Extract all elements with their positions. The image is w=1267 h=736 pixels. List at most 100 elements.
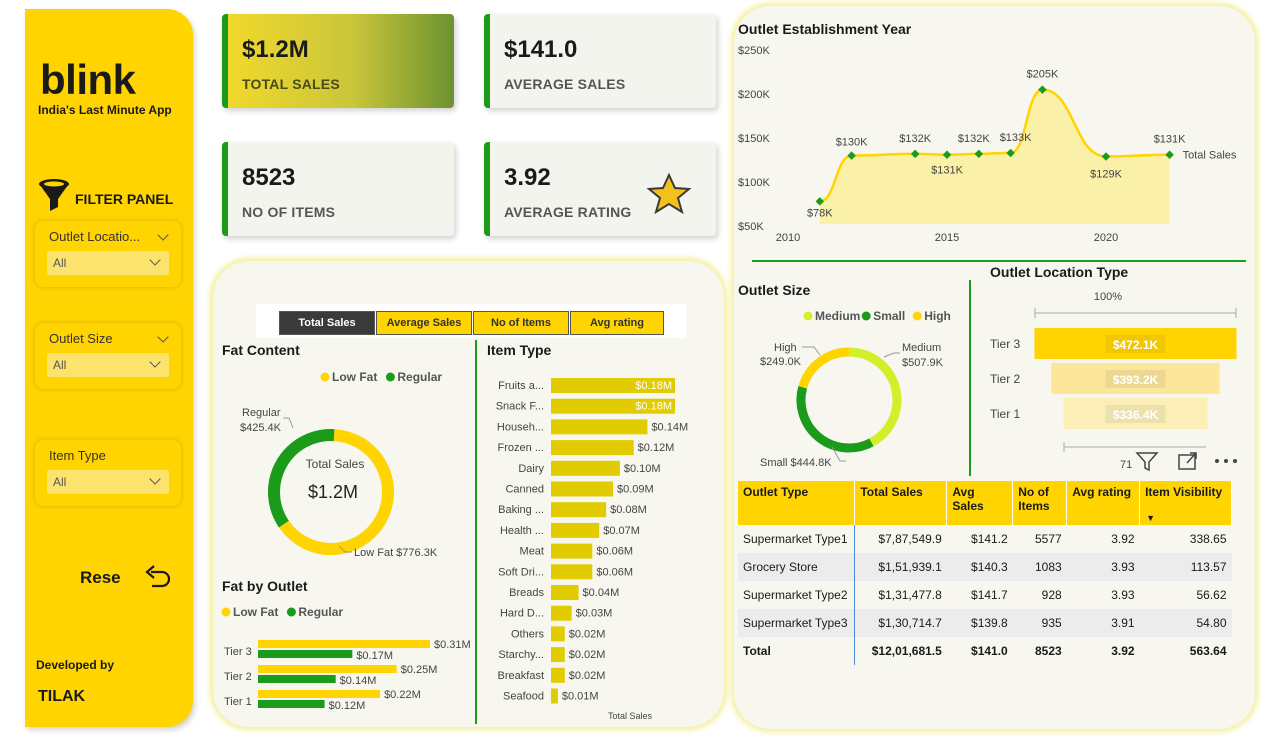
table-row[interactable]: Supermarket Type2 $1,31,477.8 $141.7 928 3.9… [738,581,1232,609]
table-body: Supermarket Type1 $7,87,549.9 $141.2 5577 3.… [738,525,1232,665]
outlet-size-donut-chart: Medium Small High Medium $507.9K High $249.0K S… [760,309,951,469]
category-label: Breakfast [498,670,544,682]
x-tick-label: 2020 [1094,232,1118,244]
outlet-size-dropdown[interactable]: All [47,353,169,377]
category-label: Tier 3 [224,646,252,658]
divider [475,340,477,724]
donut-center-value: $1.2M [308,482,358,502]
outlet-location-title: Outlet Location Type [990,264,1129,280]
chevron-down-icon[interactable] [157,229,169,241]
table-cell: 3.92 [1111,532,1135,546]
slicer-value: All [53,358,67,372]
sort-descending-icon: ▼ [1146,513,1155,523]
axis-value: 71 [1120,459,1132,471]
bar-low-fat [258,640,430,648]
bar-item-type [551,522,600,538]
percent-label: 100% [1094,291,1122,303]
slicer-value: All [53,256,67,270]
data-label: $0.08M [610,504,647,516]
bar-item-type [551,543,593,559]
focus-mode-icon[interactable] [1176,450,1200,472]
category-label: Others [511,628,545,640]
legend-label: Low Fat [233,605,278,619]
legend-marker [320,372,330,382]
item-type-dropdown[interactable]: All [47,470,169,494]
kpi-value: $141.0 [504,36,578,63]
data-label: $0.14M [651,421,688,433]
bar-item-type [551,647,565,663]
table-cell: $1,30,714.7 [854,609,947,637]
category-label: Health ... [500,525,544,537]
kpi-value: 8523 [242,164,296,191]
bar-item-type [551,667,565,683]
divider [752,260,1246,262]
outlet-size-title: Outlet Size [738,282,811,298]
fat-content-title: Fat Content [222,342,300,358]
table-cell: 563.64 [1189,644,1227,658]
column-header[interactable]: Total Sales [854,481,948,525]
category-label: Hard D... [500,608,544,620]
reset-button[interactable]: Rese [80,568,121,588]
table-cell: Grocery Store [738,553,856,581]
reset-arrow-icon[interactable] [142,562,172,592]
data-label: $0.14M [340,675,377,687]
table-cell: $141.7 [971,588,1008,602]
column-header[interactable]: Outlet Type [738,481,856,525]
bar-item-type [551,688,558,704]
bar-item-type [551,440,634,456]
data-label: $0.22M [384,689,421,701]
data-label: $0.07M [603,525,640,537]
tab-average-sales[interactable]: Average Sales [376,311,472,335]
bar-low-fat [258,690,381,698]
filter-icon[interactable] [1134,449,1160,473]
category-label: Frozen ... [498,442,544,454]
chevron-down-icon [149,254,161,266]
more-options-icon[interactable] [1212,455,1242,467]
data-label: $0.02M [569,670,606,682]
legend-marker [861,311,871,321]
data-label: $0.06M [596,546,633,558]
table-row[interactable]: Grocery Store $1,51,939.1 $140.3 1083 3.93 11… [738,553,1232,581]
column-header[interactable]: Item Visibility ▼ [1139,481,1232,525]
table-row[interactable]: Supermarket Type1 $7,87,549.9 $141.2 5577 3.… [738,525,1232,553]
kpi-average-rating: 3.92 AVERAGE RATING [484,142,716,236]
slicer-title: Outlet Size [49,331,113,346]
data-label: $507.9K [902,357,944,369]
tab-no-of-items[interactable]: No of Items [473,311,569,335]
column-header[interactable]: No of Items [1012,481,1068,525]
data-label: $0.12M [638,442,675,454]
fat-by-outlet-bar-chart: Low Fat Regular Tier 3 $0.31M $0.17M Tier 2 $0… [221,605,471,712]
chevron-down-icon [149,356,161,368]
table-cell: 113.57 [1139,553,1232,581]
chevron-down-icon [149,473,161,485]
outlet-location-dropdown[interactable]: All [47,251,169,275]
x-axis-title: Total Sales [608,711,653,721]
column-header[interactable]: Avg Sales [946,481,1014,525]
tab-total-sales[interactable]: Total Sales [279,311,375,335]
data-label: $0.17M [356,650,393,662]
table-cell: $140.3 [946,553,1013,581]
table-cell: $7,87,549.9 [878,532,942,546]
legend-marker [385,372,395,382]
x-tick-label: 2015 [935,232,959,244]
tab-avg-rating[interactable]: Avg rating [570,311,664,335]
fat-by-outlet-title: Fat by Outlet [222,578,308,594]
column-header[interactable]: Avg rating [1066,481,1141,525]
author-name: TILAK [38,688,86,705]
chevron-down-icon[interactable] [157,331,169,343]
data-label: $0.25M [401,664,438,676]
data-label: $0.18M [635,380,672,392]
brand-tagline: India's Last Minute App [38,103,172,117]
table-cell: 3.92 [1111,644,1135,658]
legend-marker [803,311,813,321]
data-label: $132K [958,133,990,145]
category-label: Tier 1 [224,696,252,708]
donut-slice [796,386,874,453]
table-total-row: Total $12,01,681.5 $141.0 8523 3.92 563.64 [738,637,1232,665]
filter-panel-label: FILTER PANEL [75,191,174,207]
bar-item-type [551,502,607,518]
data-label: $393.2K [1113,373,1159,387]
table-row[interactable]: Supermarket Type3 $1,30,714.7 $139.8 935 3.9… [738,609,1232,637]
data-label: Low Fat $776.3K [354,547,438,559]
y-tick-label: $200K [738,89,770,101]
